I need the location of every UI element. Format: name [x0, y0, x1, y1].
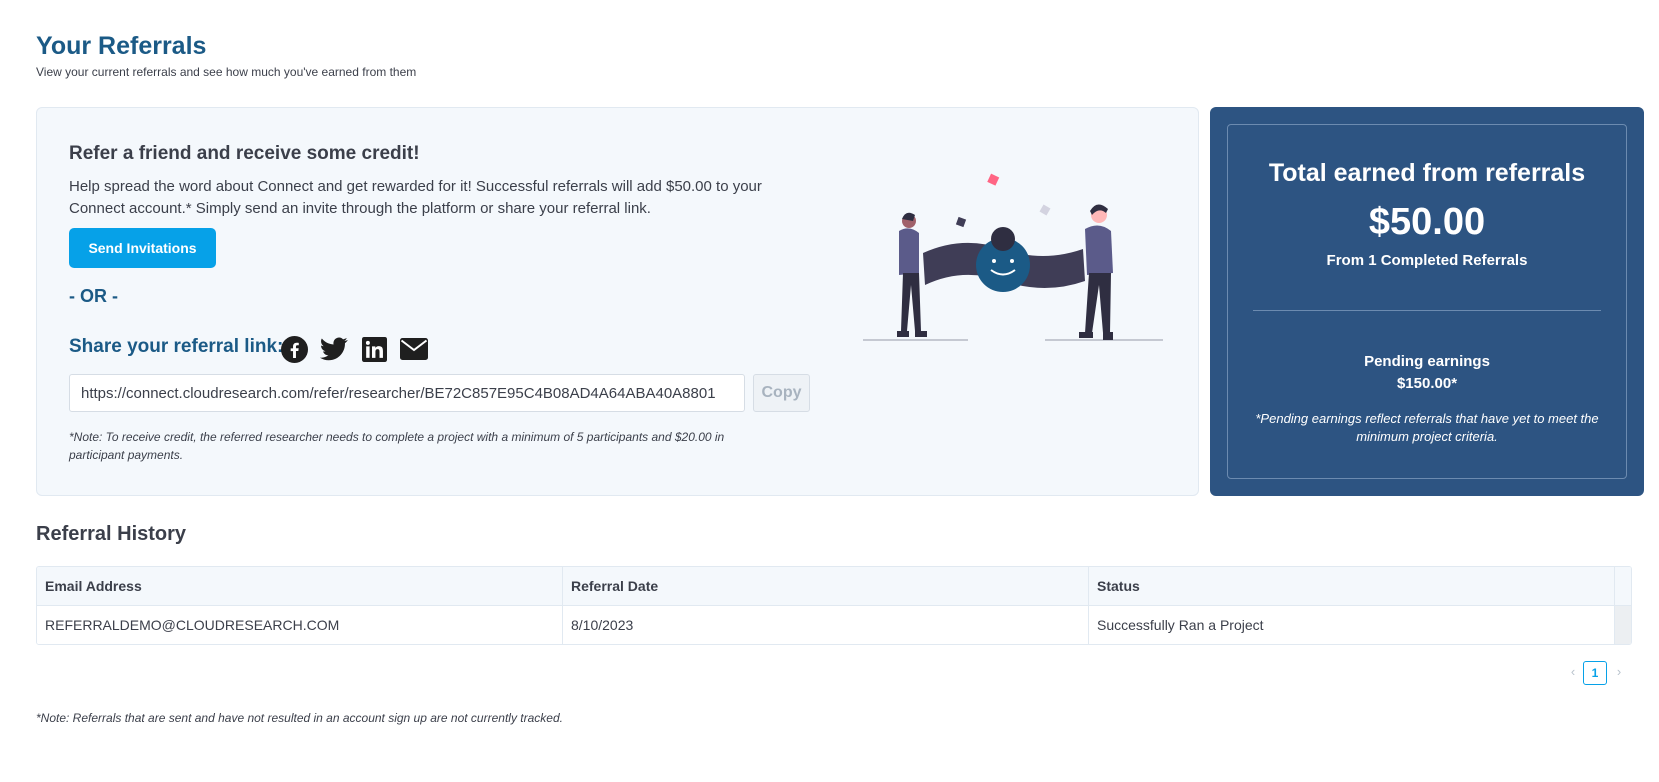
page-subtitle: View your current referrals and see how … [36, 65, 417, 79]
earnings-panel: Total earned from referrals $50.00 From … [1210, 107, 1644, 496]
scrollbar-header-spacer [1615, 567, 1631, 605]
cell-email: REFERRALDEMO@CLOUDRESEARCH.COM [37, 606, 563, 644]
earnings-title: Total earned from referrals [1268, 159, 1586, 187]
send-invitations-button[interactable]: Send Invitations [69, 228, 216, 268]
copy-button[interactable]: Copy [753, 374, 810, 412]
email-icon[interactable] [400, 335, 428, 363]
column-header-email[interactable]: Email Address [37, 567, 563, 605]
cell-referral-date: 8/10/2023 [563, 606, 1089, 644]
referral-history-title: Referral History [36, 523, 187, 545]
twitter-icon[interactable] [320, 335, 348, 363]
completed-referrals-count: From 1 Completed Referrals [1326, 252, 1528, 269]
pagination-next-button[interactable]: › [1612, 661, 1626, 681]
facebook-icon[interactable] [280, 335, 308, 363]
footer-note: *Note: Referrals that are sent and have … [36, 711, 563, 725]
table-scrollbar[interactable] [1615, 606, 1631, 644]
refer-description: Help spread the word about Connect and g… [69, 178, 762, 217]
page-title: Your Referrals [36, 32, 207, 60]
pagination-prev-button[interactable]: ‹ [1566, 661, 1580, 681]
pending-earnings-amount: $150.00* [1396, 375, 1458, 392]
table-row[interactable]: REFERRALDEMO@CLOUDRESEARCH.COM 8/10/2023… [37, 606, 1631, 644]
referral-link-input[interactable] [69, 374, 745, 412]
pagination-page-1[interactable]: 1 [1583, 661, 1607, 685]
or-divider-text: - OR - [69, 286, 118, 306]
refer-heading: Refer a friend and receive some credit! [69, 143, 420, 164]
referral-history-table: Email Address Referral Date Status REFER… [36, 566, 1632, 645]
column-header-status[interactable]: Status [1089, 567, 1615, 605]
share-link-label: Share your referral link: [69, 336, 284, 357]
column-header-referral-date[interactable]: Referral Date [563, 567, 1089, 605]
pending-earnings-note: *Pending earnings reflect referrals that… [1255, 411, 1599, 444]
pending-earnings-label: Pending earnings [1364, 353, 1490, 370]
earnings-amount: $50.00 [1368, 201, 1486, 243]
credit-note: *Note: To receive credit, the referred r… [69, 430, 725, 462]
referral-illustration [863, 173, 1163, 341]
earnings-panel-inner: Total earned from referrals $50.00 From … [1227, 124, 1627, 479]
table-header: Email Address Referral Date Status [37, 567, 1631, 606]
earnings-divider [1253, 310, 1601, 311]
cell-status: Successfully Ran a Project [1089, 606, 1615, 644]
refer-card: Refer a friend and receive some credit! … [36, 107, 1199, 496]
linkedin-icon[interactable] [360, 335, 388, 363]
